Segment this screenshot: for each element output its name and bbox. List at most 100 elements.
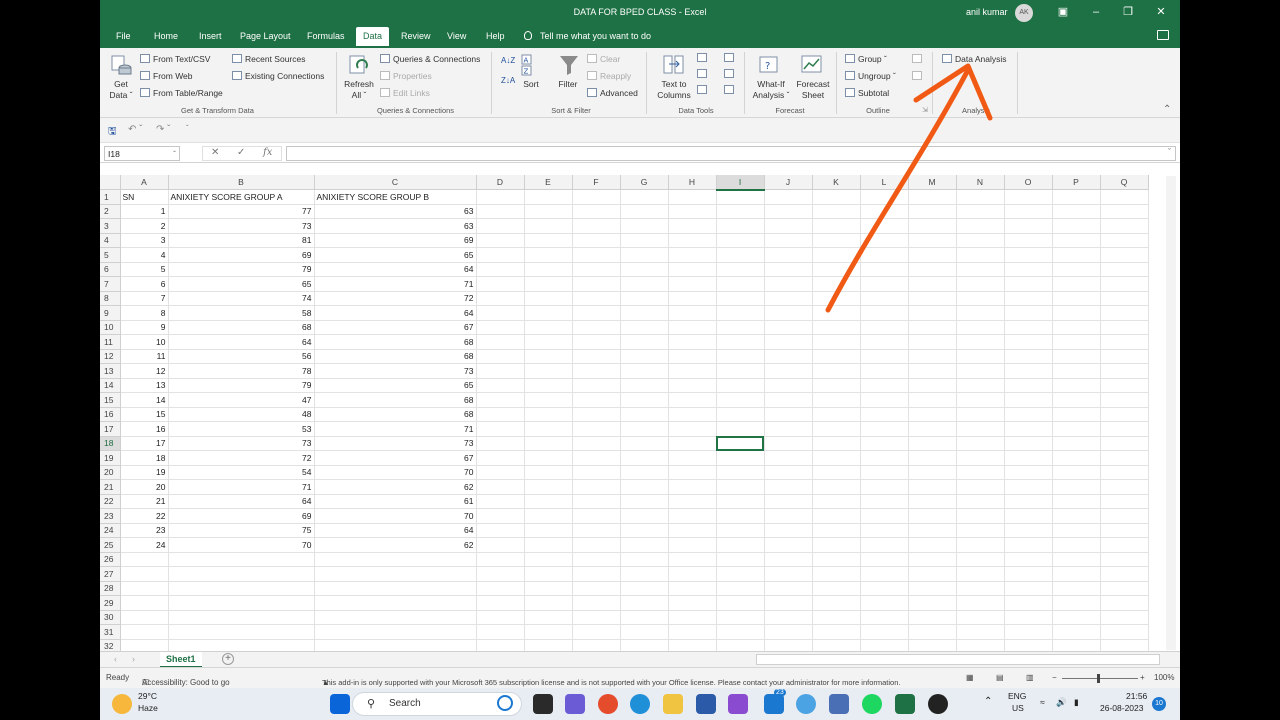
cell[interactable] <box>524 595 573 611</box>
cell[interactable] <box>476 276 525 292</box>
cell[interactable] <box>908 595 957 611</box>
cell[interactable] <box>524 334 573 350</box>
cell[interactable] <box>1100 436 1149 451</box>
cell[interactable] <box>812 392 861 408</box>
cell[interactable] <box>908 392 957 408</box>
relationships-button[interactable] <box>724 69 737 79</box>
hide-detail-button[interactable] <box>912 71 925 81</box>
cell[interactable]: 68 <box>314 349 477 364</box>
cell[interactable]: 58 <box>168 305 315 321</box>
cell[interactable] <box>860 494 909 509</box>
cell[interactable] <box>860 523 909 538</box>
group-button[interactable]: Group ˇ <box>845 54 887 64</box>
cell[interactable] <box>620 305 669 321</box>
cell[interactable]: 13 <box>120 378 169 393</box>
cell[interactable] <box>620 566 669 582</box>
cell[interactable] <box>1004 218 1053 234</box>
cell[interactable] <box>1004 189 1053 205</box>
sheet-tab-sheet1[interactable]: Sheet1 <box>160 652 202 668</box>
cell[interactable] <box>1004 450 1053 466</box>
cell[interactable] <box>476 262 525 277</box>
cell[interactable] <box>860 450 909 466</box>
cell[interactable] <box>524 189 573 205</box>
cell[interactable]: 73 <box>168 436 315 451</box>
cell[interactable] <box>764 508 813 524</box>
cell[interactable] <box>956 378 1005 393</box>
cell[interactable] <box>812 494 861 509</box>
cell[interactable] <box>1052 421 1101 437</box>
cell[interactable] <box>524 276 573 292</box>
cell[interactable] <box>1100 465 1149 480</box>
teams-chat-icon[interactable] <box>565 694 585 714</box>
vertical-scrollbar[interactable] <box>1166 176 1176 650</box>
cell[interactable] <box>716 392 765 408</box>
cell[interactable] <box>572 421 621 437</box>
spotify-icon[interactable] <box>862 694 882 714</box>
cell[interactable] <box>1052 233 1101 248</box>
cell[interactable] <box>572 639 621 651</box>
cell[interactable] <box>956 639 1005 651</box>
cell[interactable] <box>716 450 765 466</box>
cell[interactable] <box>764 291 813 306</box>
cell[interactable] <box>524 233 573 248</box>
cell[interactable] <box>860 595 909 611</box>
data-analysis-button[interactable]: Data Analysis <box>942 54 1007 64</box>
cell[interactable]: 7 <box>120 291 169 306</box>
get-data-button[interactable]: Get Data ˇ <box>106 79 136 101</box>
cell[interactable] <box>716 465 765 480</box>
cell[interactable] <box>908 610 957 625</box>
cell[interactable] <box>476 363 525 379</box>
cell[interactable] <box>812 552 861 567</box>
cell[interactable] <box>764 363 813 379</box>
cell[interactable] <box>812 218 861 234</box>
cell[interactable] <box>668 247 717 263</box>
cell[interactable] <box>1100 523 1149 538</box>
cell[interactable] <box>908 262 957 277</box>
cell[interactable] <box>716 189 765 205</box>
cell[interactable]: 64 <box>314 305 477 321</box>
cell[interactable] <box>860 276 909 292</box>
row-header[interactable]: 32 <box>100 639 121 651</box>
cell[interactable] <box>1004 320 1053 335</box>
cell[interactable] <box>956 537 1005 553</box>
cell[interactable] <box>120 610 169 625</box>
cell[interactable]: 68 <box>314 334 477 350</box>
cell[interactable] <box>716 247 765 263</box>
cell[interactable] <box>1052 552 1101 567</box>
cell[interactable] <box>764 305 813 321</box>
cell[interactable] <box>668 436 717 451</box>
cell[interactable] <box>860 465 909 480</box>
cell[interactable]: 68 <box>314 407 477 422</box>
cell[interactable]: 71 <box>314 421 477 437</box>
queries-connections-button[interactable]: Queries & Connections <box>380 54 480 64</box>
tab-view[interactable]: View <box>447 31 466 41</box>
cell[interactable] <box>1004 363 1053 379</box>
cell[interactable] <box>668 262 717 277</box>
cell[interactable] <box>908 204 957 219</box>
cell[interactable] <box>908 334 957 350</box>
cell[interactable] <box>860 204 909 219</box>
cell[interactable] <box>668 639 717 651</box>
cell[interactable] <box>314 581 477 596</box>
cell[interactable] <box>812 349 861 364</box>
cell[interactable]: ANIXIETY SCORE GROUP B <box>314 189 477 205</box>
cell[interactable] <box>620 204 669 219</box>
restore-icon[interactable]: ❐ <box>1120 4 1136 20</box>
cell[interactable] <box>476 566 525 582</box>
cell[interactable] <box>620 494 669 509</box>
cell[interactable] <box>1052 218 1101 234</box>
cell[interactable] <box>476 247 525 263</box>
data-model-button[interactable] <box>724 85 737 95</box>
cell[interactable] <box>1004 204 1053 219</box>
cell[interactable]: 73 <box>314 363 477 379</box>
row-header[interactable]: 8 <box>100 291 121 306</box>
cell[interactable] <box>764 262 813 277</box>
cell[interactable] <box>812 479 861 495</box>
cell[interactable] <box>1100 566 1149 582</box>
consolidate-button[interactable] <box>724 53 737 63</box>
cell[interactable] <box>716 581 765 596</box>
cell[interactable] <box>764 552 813 567</box>
cell[interactable] <box>956 436 1005 451</box>
cell[interactable] <box>524 552 573 567</box>
advanced-button[interactable]: Advanced <box>587 88 638 98</box>
